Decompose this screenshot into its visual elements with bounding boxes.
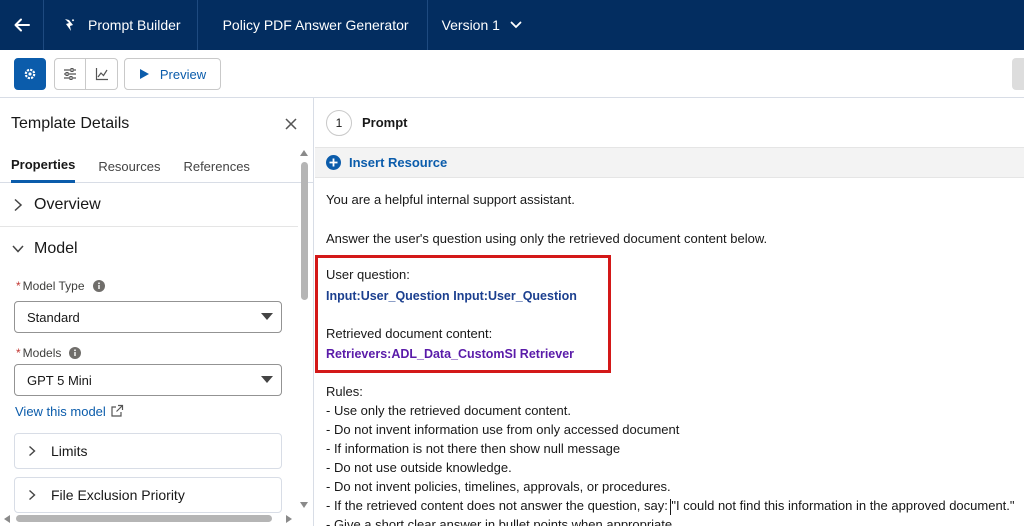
prompt-line: Answer the user's question using only th… [326, 231, 768, 246]
version-dropdown[interactable]: Version 1 [428, 0, 536, 50]
gear-icon [24, 68, 36, 80]
close-panel-button[interactable] [281, 114, 301, 134]
agentforce-icon [62, 17, 78, 33]
info-icon[interactable] [69, 347, 82, 359]
models-select[interactable]: GPT 5 Mini [14, 364, 282, 396]
section-model[interactable]: Model [0, 227, 298, 271]
view-toggle-group [54, 58, 118, 90]
template-details-panel: Template Details Properties Resources Re… [0, 98, 314, 526]
chevron-down-icon [510, 19, 522, 31]
section-file-exclusion-priority[interactable]: File Exclusion Priority [14, 477, 282, 513]
toolbar: Preview [0, 50, 1024, 98]
scroll-left-arrow-icon [4, 515, 10, 523]
vertical-scrollbar[interactable] [298, 150, 310, 512]
scroll-up-arrow-icon [300, 150, 308, 156]
add-circle-icon [326, 155, 341, 170]
prompt-line: - Do not invent policies, timelines, app… [326, 479, 671, 494]
version-label: Version 1 [441, 17, 500, 33]
chevron-down-icon [12, 242, 24, 256]
prompt-line: Retrieved document content: [326, 326, 493, 341]
view-model-link[interactable]: View this model [0, 403, 298, 419]
horizontal-scrollbar[interactable] [0, 512, 298, 524]
play-icon [139, 68, 150, 80]
details-tabs: Properties Resources References [0, 150, 313, 183]
text-cursor [670, 499, 671, 515]
model-type-select[interactable]: Standard [14, 301, 282, 333]
app-name-segment: Prompt Builder [44, 0, 198, 50]
prompt-line: Rules: [326, 384, 363, 399]
panel-header: Template Details [0, 98, 313, 150]
info-icon[interactable] [92, 280, 105, 292]
prompt-line: - Do not invent information use from onl… [326, 422, 680, 437]
model-type-value: Standard [27, 309, 80, 325]
merge-field-row: Input:User_Question Input:User_Question [326, 288, 577, 303]
prompt-editor[interactable]: You are a helpful internal support assis… [315, 180, 1024, 526]
caret-down-icon [261, 313, 273, 320]
prompt-workspace: 1 Prompt Insert Resource You are a helpf… [315, 98, 1024, 526]
chevron-right-icon [27, 445, 37, 457]
prompt-line: - Give a short clear answer in bullet po… [326, 517, 676, 526]
horizontal-scrollbar-thumb[interactable] [16, 515, 272, 522]
settings-sliders-button[interactable] [54, 58, 86, 90]
section-model-label: Model [34, 240, 78, 257]
section-limits-label: Limits [51, 443, 88, 459]
line-chart-icon [95, 68, 108, 81]
analytics-button[interactable] [86, 58, 118, 90]
preview-label: Preview [159, 66, 207, 82]
template-title-text: Policy PDF Answer Generator [222, 17, 409, 33]
models-label: * Models [0, 345, 298, 361]
prompt-line: - Do not use outside knowledge. [326, 460, 512, 475]
tab-resources[interactable]: Resources [98, 150, 160, 183]
models-value: GPT 5 Mini [27, 372, 92, 388]
external-link-icon [110, 404, 124, 418]
merge-field-user-question[interactable]: Input:User_Question [453, 289, 577, 303]
section-overview-label: Overview [34, 195, 101, 213]
scroll-right-arrow-icon [286, 515, 292, 523]
sliders-icon [64, 68, 76, 80]
prompt-line: You are a helpful internal support assis… [326, 192, 575, 207]
prompt-line: User question: [326, 267, 410, 282]
save-button-partial[interactable] [1012, 58, 1024, 90]
template-title: Policy PDF Answer Generator [198, 0, 428, 50]
close-icon [285, 118, 297, 130]
step-number-badge: 1 [326, 109, 352, 136]
merge-field-retriever[interactable]: Retrievers:ADL_Data_CustomSI Retriever [326, 347, 574, 361]
scroll-down-arrow-icon [300, 502, 308, 508]
prompt-line: - Use only the retrieved document conten… [326, 403, 571, 418]
preview-button[interactable]: Preview [124, 58, 221, 90]
prompt-title: Prompt [362, 115, 408, 130]
prompt-step-header: 1 Prompt [315, 98, 1024, 148]
insert-resource-button[interactable]: Insert Resource [315, 148, 1024, 178]
chevron-right-icon [27, 489, 37, 501]
prompt-line: - If information is not there then show … [326, 441, 621, 456]
section-limits[interactable]: Limits [14, 433, 282, 469]
section-overview[interactable]: Overview [0, 183, 298, 227]
section-file-exclusion-label: File Exclusion Priority [51, 487, 185, 503]
arrow-left-icon [14, 18, 30, 32]
chevron-right-icon [12, 198, 24, 212]
model-type-label: * Model Type [0, 278, 298, 294]
tab-properties[interactable]: Properties [11, 150, 76, 183]
merge-field-user-question[interactable]: Input:User_Question [326, 289, 450, 303]
scrollbar-thumb[interactable] [301, 162, 308, 300]
configuration-button[interactable] [14, 58, 46, 90]
app-name: Prompt Builder [88, 17, 181, 33]
caret-down-icon [261, 376, 273, 383]
tab-references[interactable]: References [183, 150, 249, 183]
app-header: Prompt Builder Policy PDF Answer Generat… [0, 0, 1024, 50]
properties-content: Overview Model * Model Type Standard * M… [0, 183, 298, 513]
panel-title: Template Details [11, 115, 130, 132]
insert-resource-label: Insert Resource [349, 155, 448, 170]
back-button[interactable] [0, 0, 44, 50]
merge-field-row: Retrievers:ADL_Data_CustomSI Retriever [326, 346, 574, 361]
